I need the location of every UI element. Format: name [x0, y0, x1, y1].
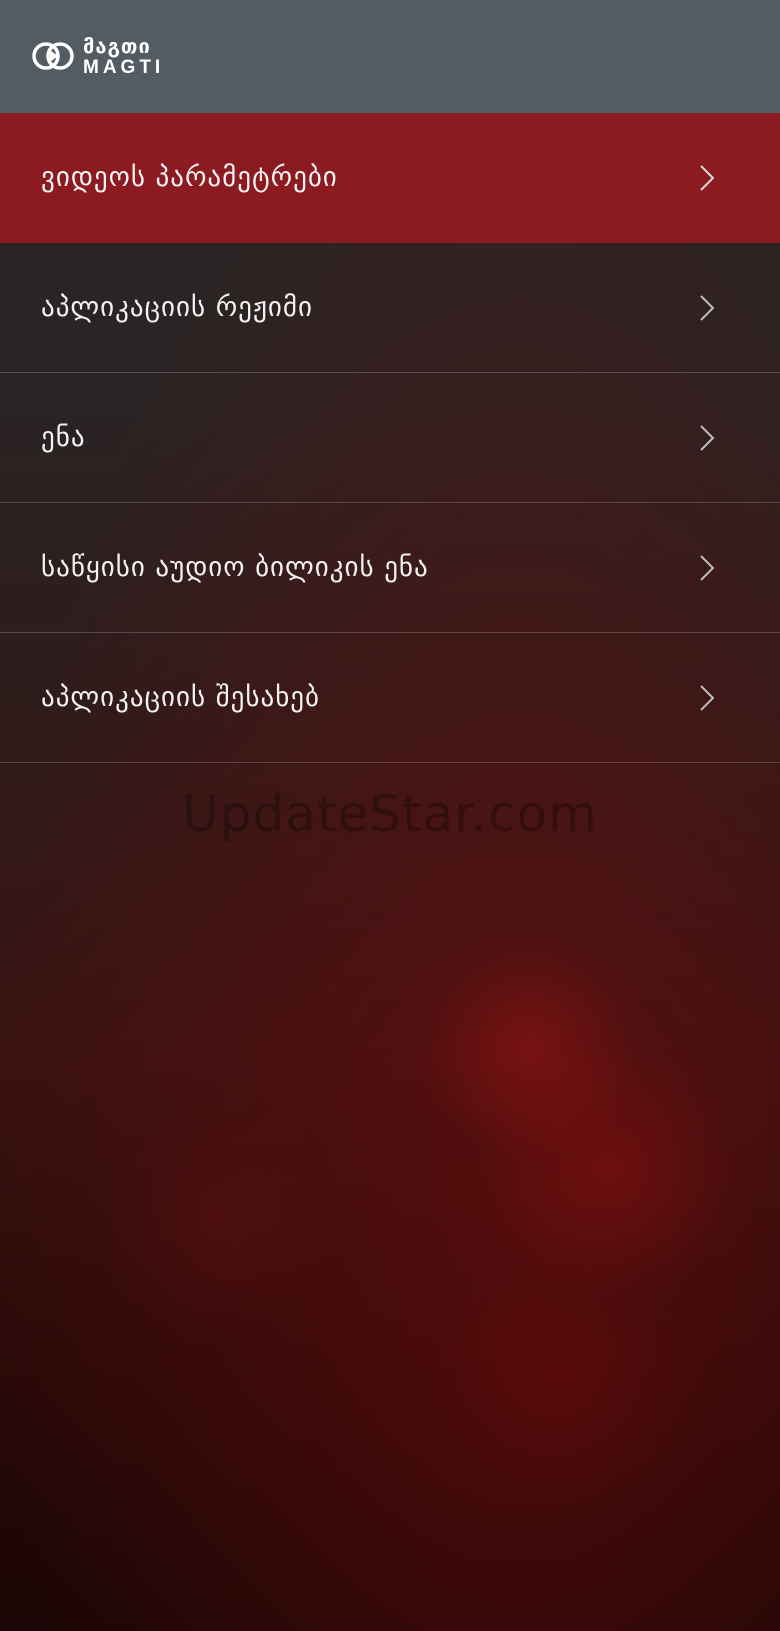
chevron-right-icon [700, 684, 715, 711]
menu-item-label: ვიდეოს პარამეტრები [41, 162, 338, 193]
app-header: მაგთი MAGTI [0, 0, 780, 113]
menu-item-label: აპლიკაციის რეჟიმი [41, 292, 313, 323]
menu-item-label: საწყისი აუდიო ბილიკის ენა [41, 552, 429, 583]
logo-wordmark: მაგთი MAGTI [83, 36, 164, 77]
logo-georgian-text: მაგთი [83, 33, 151, 58]
logo-latin-text: MAGTI [83, 56, 165, 78]
chevron-right-icon [700, 554, 715, 581]
chevron-right-icon [700, 294, 715, 321]
watermark-text: UpdateStar.com [182, 785, 598, 843]
settings-menu: ვიდეოს პარამეტრები აპლიკაციის რეჟიმი ენა… [0, 113, 780, 763]
menu-item-about-app[interactable]: აპლიკაციის შესახებ [0, 633, 780, 763]
chevron-right-icon [700, 164, 715, 191]
magti-logo[interactable]: მაგთი MAGTI [31, 34, 164, 78]
menu-item-label: ენა [41, 422, 86, 453]
menu-item-label: აპლიკაციის შესახებ [41, 682, 320, 713]
chevron-right-icon [700, 424, 715, 451]
menu-item-default-audio-language[interactable]: საწყისი აუდიო ბილიკის ენა [0, 503, 780, 633]
magti-logo-icon [32, 42, 74, 70]
menu-item-language[interactable]: ენა [0, 373, 780, 503]
menu-item-video-settings[interactable]: ვიდეოს პარამეტრები [0, 113, 780, 243]
menu-item-app-mode[interactable]: აპლიკაციის რეჟიმი [0, 243, 780, 373]
